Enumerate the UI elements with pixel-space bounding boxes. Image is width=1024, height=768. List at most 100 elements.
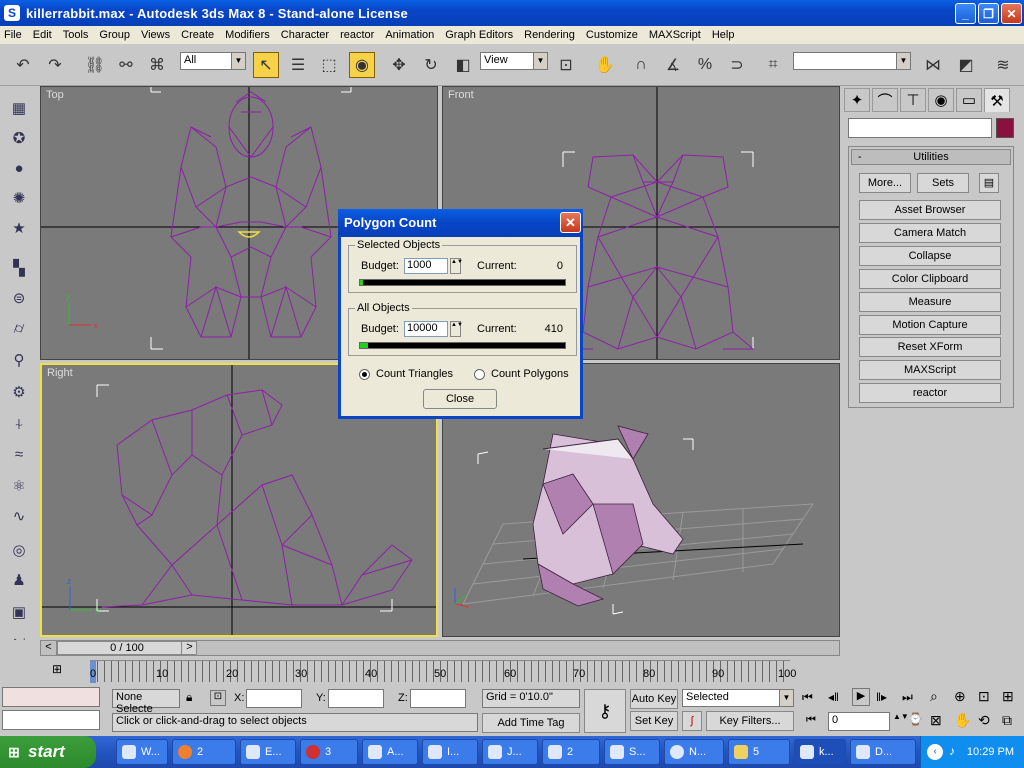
time-slider-thumb[interactable]: 0 / 100 [57,641,197,655]
add-time-tag-button[interactable]: Add Time Tag [482,713,580,733]
taskbar-item[interactable]: 2 [542,739,600,765]
frame-spinner[interactable]: ▲▼ [893,712,909,721]
more-button[interactable]: More... [859,173,911,193]
prev-frame-icon[interactable]: ◂‖ [828,690,839,704]
biped-icon[interactable]: ♟ [7,568,31,592]
configure-sets-icon[interactable]: ▤ [979,173,999,193]
menu-views[interactable]: Views [141,29,170,41]
current-frame-field[interactable]: 0 [828,712,890,731]
space-warps-icon[interactable]: ≈ [7,442,31,466]
taskbar-item[interactable]: I... [422,739,478,765]
menu-help[interactable]: Help [712,29,735,41]
reset-xform-button[interactable]: Reset XForm [859,337,1001,357]
edit-named-selection-icon[interactable]: ⌗ [760,52,786,78]
pan-icon[interactable]: ✋ [954,712,971,729]
menu-group[interactable]: Group [99,29,130,41]
tab-motion-icon[interactable]: ◉ [928,88,954,112]
menu-edit[interactable]: Edit [33,29,52,41]
select-object-icon[interactable]: ↖ [253,52,279,78]
bones-icon[interactable]: ⍭ [7,412,31,436]
tab-modify-icon[interactable]: ⌒ [872,88,898,112]
layer-manager-icon[interactable]: ≋ [990,52,1016,78]
select-and-rotate-icon[interactable]: ↻ [418,52,444,78]
mirror-icon[interactable]: ⋈ [920,52,946,78]
menu-modifiers[interactable]: Modifiers [225,29,270,41]
zoom-extents-all-icon[interactable]: ⊞ [1002,688,1014,705]
lock-icon[interactable]: 🔒︎ [186,690,192,705]
percent-snap-icon[interactable]: % [692,52,718,78]
time-config-icon[interactable]: ⌚ [908,712,923,726]
menu-maxscript[interactable]: MAXScript [649,29,701,41]
measure-button[interactable]: Measure [859,292,1001,312]
select-and-scale-icon[interactable]: ◧ [450,52,476,78]
track-bar-icon[interactable]: ⊞ [52,662,72,678]
taskbar-item[interactable]: 5 [728,739,790,765]
menu-customize[interactable]: Customize [586,29,638,41]
key-mode-dropdown[interactable]: Selected ▼ [682,689,794,707]
gear-icon[interactable]: ⚙ [7,380,31,404]
time-slider-track[interactable]: < 0 / 100 > [40,640,840,656]
objects-icon[interactable]: ▦ [7,96,31,120]
render-icon[interactable]: ▣ [7,600,31,624]
selected-budget-spinner[interactable]: ▲▼ [450,258,463,274]
transform-mode-icon[interactable]: ⊡ [210,690,226,706]
auto-key-button[interactable]: Auto Key [630,689,678,709]
next-frame-icon[interactable]: ‖▸ [876,690,887,704]
selection-filter-dropdown[interactable]: All ▼ [180,52,246,70]
reactor-button[interactable]: reactor [859,383,1001,403]
pivot-point-icon[interactable]: ⊡ [553,52,579,78]
close-dialog-button[interactable]: Close [423,389,497,409]
maxscript-listener-mini[interactable] [2,687,100,707]
particles-icon[interactable]: ★ [7,216,31,240]
arc-rotate-icon[interactable]: ⟲ [978,712,990,729]
helpers-icon[interactable]: ⚲ [7,348,31,372]
zoom-all-icon[interactable]: ⊕ [954,688,966,705]
shapes-icon[interactable]: ✪ [7,126,31,150]
count-triangles-radio[interactable] [359,369,370,380]
nurbs-icon[interactable]: ⊜ [7,286,31,310]
selected-budget-input[interactable]: 1000 [404,258,448,274]
x-coordinate-field[interactable] [246,689,302,708]
close-button[interactable]: ✕ [1001,3,1022,24]
select-and-link-icon[interactable]: ⛓ [82,52,108,78]
taskbar-item[interactable]: E... [240,739,296,765]
dialog-close-icon[interactable]: ✕ [560,212,581,233]
sphere-icon[interactable]: ● [7,156,31,180]
count-polygons-radio[interactable] [474,369,485,380]
all-budget-spinner[interactable]: ▲▼ [450,321,463,337]
key-icon[interactable]: ⚷ [584,689,626,733]
y-coordinate-field[interactable] [328,689,384,708]
zoom-extents-icon[interactable]: ⊡ [978,688,990,705]
tab-display-icon[interactable]: ▭ [956,88,982,112]
named-selection-dropdown[interactable]: ▼ [793,52,911,70]
taskbar-item[interactable]: D... [850,739,916,765]
utilities-rollout-header[interactable]: - Utilities [851,149,1011,165]
waves-icon[interactable]: ∿ [7,504,31,528]
collapse-button[interactable]: Collapse [859,246,1001,266]
angle-snap-icon[interactable]: ∡ [660,52,686,78]
tab-hierarchy-icon[interactable]: ⊤ [900,88,926,112]
tangent-icon[interactable]: ∫ [682,711,702,731]
time-prev-icon[interactable]: < [41,641,57,655]
go-to-end-icon[interactable]: ⏭ [902,690,913,705]
object-name-field[interactable] [848,118,992,138]
field-of-view-icon[interactable]: ⊠ [930,712,942,729]
taskbar-item[interactable]: S... [604,739,660,765]
time-next-icon[interactable]: > [181,641,197,655]
z-coordinate-field[interactable] [410,689,466,708]
menu-reactor[interactable]: reactor [340,29,374,41]
undo-icon[interactable]: ↶ [10,52,36,78]
maximize-viewport-icon[interactable]: ⧉ [1002,712,1012,729]
all-budget-input[interactable]: 10000 [404,321,448,337]
unlink-icon[interactable]: ⚯ [113,52,139,78]
taskbar-item[interactable]: N... [664,739,724,765]
rectangular-selection-icon[interactable]: ⬚ [316,52,342,78]
menu-graph-editors[interactable]: Graph Editors [445,29,513,41]
asset-browser-button[interactable]: Asset Browser [859,200,1001,220]
align-icon[interactable]: ◩ [953,52,979,78]
play-icon[interactable]: ▶ [852,688,870,706]
sets-button[interactable]: Sets [917,173,969,193]
menu-create[interactable]: Create [181,29,214,41]
reference-coordinate-dropdown[interactable]: View ▼ [480,52,548,70]
set-key-button[interactable]: Set Key [630,711,678,731]
